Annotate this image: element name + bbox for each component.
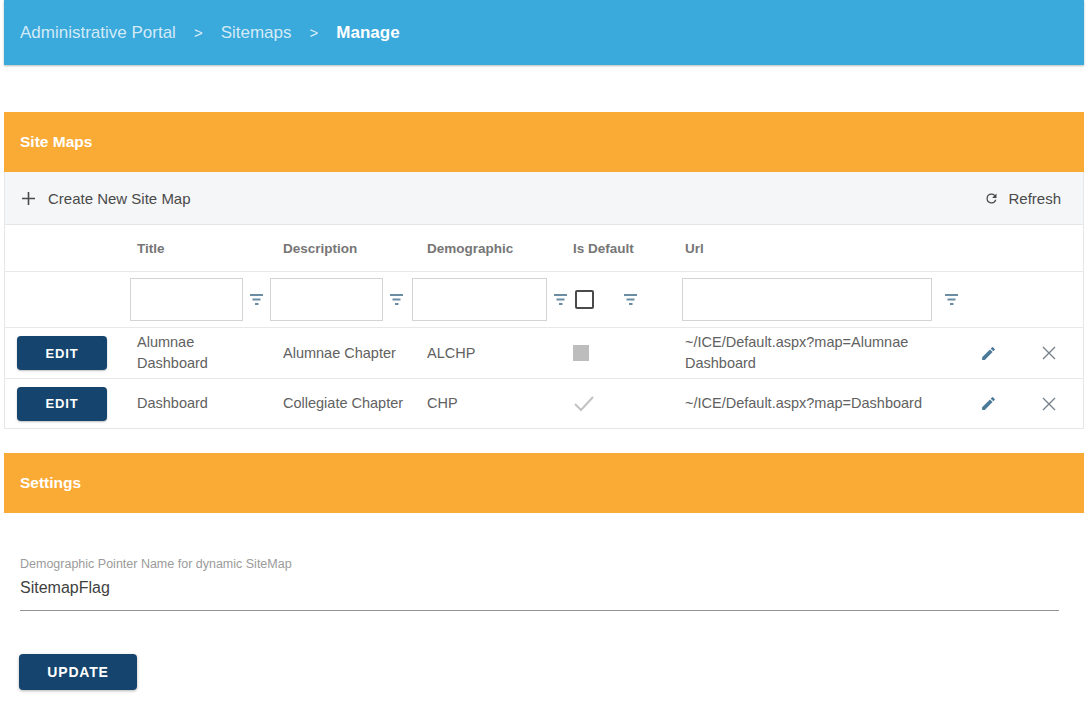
- cell-demographic: ALCHP: [427, 343, 475, 364]
- refresh-icon: [984, 191, 999, 206]
- cell-description: Alumnae Chapter: [283, 343, 396, 364]
- filter-input-url[interactable]: [682, 278, 932, 321]
- edit-button[interactable]: EDIT: [17, 387, 107, 421]
- create-new-site-map-label: Create New Site Map: [48, 190, 191, 207]
- refresh-label: Refresh: [1008, 190, 1061, 207]
- breadcrumb-separator-icon: >: [310, 24, 319, 41]
- column-header-title[interactable]: Title: [130, 241, 270, 256]
- cell-demographic: CHP: [427, 393, 458, 414]
- edit-pencil-icon[interactable]: [980, 395, 997, 412]
- filter-input-title[interactable]: [130, 278, 243, 321]
- delete-x-icon[interactable]: [1041, 396, 1057, 412]
- filter-input-description[interactable]: [270, 278, 383, 321]
- site-maps-panel-header: Site Maps: [4, 112, 1084, 172]
- grid-filter-row: [5, 272, 1083, 328]
- plus-icon: [21, 191, 36, 206]
- filter-icon[interactable]: [249, 293, 264, 306]
- edit-button[interactable]: EDIT: [17, 336, 107, 370]
- create-new-site-map-button[interactable]: Create New Site Map: [21, 190, 191, 207]
- column-header-url[interactable]: Url: [676, 241, 961, 256]
- table-row: EDIT Alumnae Dashboard Alumnae Chapter A…: [5, 328, 1083, 379]
- cell-title: Alumnae Dashboard: [137, 332, 270, 374]
- cell-description: Collegiate Chapter: [283, 393, 403, 414]
- checkmark-icon: [573, 395, 595, 412]
- cell-url: ~/ICE/Default.aspx?map=Dashboard: [685, 393, 954, 414]
- column-header-is-default[interactable]: Is Default: [558, 241, 676, 256]
- column-header-description[interactable]: Description: [270, 241, 412, 256]
- unchecked-square-icon: [573, 345, 589, 361]
- demographic-pointer-label: Demographic Pointer Name for dynamic Sit…: [20, 557, 1064, 571]
- filter-checkbox-is-default[interactable]: [575, 290, 594, 309]
- breadcrumb-item-admin-portal[interactable]: Administrative Portal: [20, 23, 176, 43]
- breadcrumb-separator-icon: >: [194, 24, 203, 41]
- grid-toolbar: Create New Site Map Refresh: [5, 172, 1083, 225]
- filter-input-demographic[interactable]: [412, 278, 547, 321]
- settings-body: Demographic Pointer Name for dynamic Sit…: [4, 513, 1084, 690]
- is-default-indicator: [573, 395, 595, 412]
- breadcrumb-item-sitemaps[interactable]: Sitemaps: [221, 23, 292, 43]
- update-button[interactable]: UPDATE: [19, 654, 137, 690]
- breadcrumb-item-manage: Manage: [336, 23, 399, 43]
- refresh-button[interactable]: Refresh: [984, 190, 1061, 207]
- site-maps-grid: Create New Site Map Refresh Title Descri…: [4, 172, 1084, 429]
- breadcrumb: Administrative Portal > Sitemaps > Manag…: [4, 0, 1084, 65]
- column-header-demographic[interactable]: Demographic: [412, 241, 558, 256]
- cell-url: ~/ICE/Default.aspx?map=Alumnae Dashboard: [685, 332, 961, 374]
- table-row: EDIT Dashboard Collegiate Chapter CHP ~/…: [5, 379, 1083, 428]
- site-maps-title: Site Maps: [20, 133, 92, 151]
- demographic-pointer-input[interactable]: [20, 579, 1059, 597]
- grid-header-row: Title Description Demographic Is Default…: [5, 225, 1083, 272]
- filter-icon[interactable]: [389, 293, 404, 306]
- settings-panel-header: Settings: [4, 453, 1084, 513]
- delete-x-icon[interactable]: [1041, 345, 1057, 361]
- filter-icon[interactable]: [623, 293, 638, 306]
- cell-title: Dashboard: [137, 393, 233, 414]
- is-default-indicator: [573, 345, 589, 361]
- filter-icon[interactable]: [944, 293, 959, 306]
- settings-title: Settings: [20, 474, 81, 492]
- edit-pencil-icon[interactable]: [980, 345, 997, 362]
